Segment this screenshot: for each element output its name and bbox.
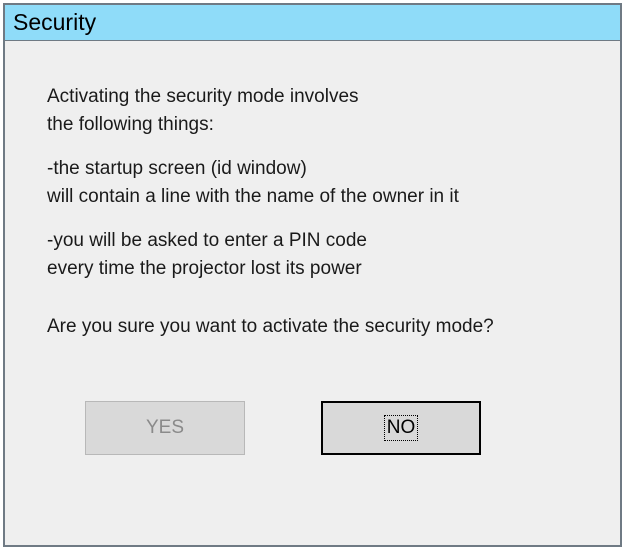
message-line: -you will be asked to enter a PIN code xyxy=(47,230,368,251)
intro-paragraph: Activating the security mode involves th… xyxy=(47,83,494,139)
confirm-question: Are you sure you want to activate the se… xyxy=(47,316,494,337)
no-button-label: NO xyxy=(383,415,419,441)
message-line: -the startup screen (id window) xyxy=(47,158,307,179)
message-line: the following things: xyxy=(47,114,214,135)
message-line: every time the projector lost its power xyxy=(47,258,362,279)
no-button[interactable]: NO xyxy=(321,401,481,455)
security-dialog: Security Activating the security mode in… xyxy=(3,3,622,547)
pin-code-paragraph: -you will be asked to enter a PIN code e… xyxy=(47,227,494,283)
dialog-title: Security xyxy=(13,9,97,35)
dialog-message: Activating the security mode involves th… xyxy=(47,83,494,357)
startup-screen-paragraph: -the startup screen (id window) will con… xyxy=(47,155,494,211)
message-line: will contain a line with the name of the… xyxy=(47,186,459,207)
title-bar: Security xyxy=(5,5,620,41)
message-line: Activating the security mode involves xyxy=(47,86,359,107)
yes-button-label: YES xyxy=(145,417,185,438)
yes-button[interactable]: YES xyxy=(85,401,245,455)
